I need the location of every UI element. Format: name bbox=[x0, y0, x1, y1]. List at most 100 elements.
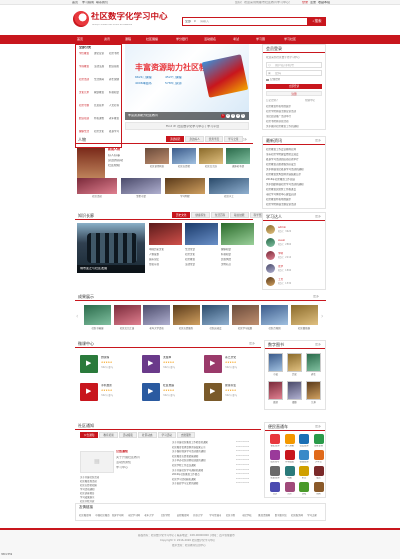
app-label[interactable]: 航班查询 bbox=[268, 477, 282, 480]
tab-knowledge-2[interactable]: 生活百科 bbox=[210, 212, 230, 218]
nav-item-exam[interactable]: 考试 bbox=[233, 37, 239, 41]
login-promo-item[interactable]: 社区教育特色项目展示 bbox=[266, 105, 291, 108]
category-item[interactable]: 信息技术 bbox=[94, 104, 104, 107]
friend-link[interactable]: 市民学习网 bbox=[128, 514, 140, 517]
friend-link[interactable]: 学习之家 bbox=[307, 514, 317, 517]
knowledge-item[interactable]: 生活常识 bbox=[185, 248, 218, 251]
people-thumb-image[interactable] bbox=[209, 178, 249, 194]
top-favorite-link[interactable]: 收藏本站 bbox=[318, 1, 330, 5]
showcase-image[interactable] bbox=[290, 305, 318, 325]
news-item[interactable]: 社区学院开展主题宣讲活动 bbox=[266, 203, 324, 206]
learners-more-link[interactable]: 更多 bbox=[315, 215, 321, 219]
banner-dot[interactable]: 3 bbox=[231, 113, 235, 118]
app-label[interactable]: 日历 bbox=[268, 493, 282, 496]
friend-link[interactable]: 老年大学 bbox=[144, 514, 154, 517]
category-item[interactable]: 社区文化 bbox=[94, 130, 104, 133]
notice-item-title[interactable]: 社区教育优秀案例评选结果公示 bbox=[172, 446, 234, 449]
book-cover[interactable] bbox=[287, 353, 302, 372]
tab-people-2[interactable]: 优秀学员 bbox=[204, 136, 224, 142]
showcase-image[interactable] bbox=[231, 305, 259, 325]
notice-item[interactable]: 社区志愿者招募 bbox=[80, 484, 160, 487]
friend-link[interactable]: 数字图书馆 bbox=[275, 514, 287, 517]
app-label[interactable]: 公交查询 bbox=[297, 445, 311, 448]
category-item[interactable]: 学历教育 bbox=[79, 52, 89, 55]
app-label[interactable]: 水电缴费 bbox=[283, 461, 297, 464]
learner-name[interactable]: 李明 bbox=[278, 252, 283, 255]
app-icon[interactable] bbox=[270, 434, 280, 444]
app-icon[interactable] bbox=[284, 482, 295, 492]
category-item[interactable]: 家庭教育 bbox=[94, 91, 104, 94]
showcase-caption[interactable]: 社区志愿服务 bbox=[173, 327, 200, 330]
app-label[interactable]: 快递查询 bbox=[297, 461, 311, 464]
nav-item-news[interactable]: 资讯 bbox=[104, 37, 110, 41]
category-item[interactable]: 老年教育 bbox=[109, 117, 119, 120]
showcase-image[interactable] bbox=[261, 305, 288, 325]
showcase-caption[interactable]: 社区文艺汇演 bbox=[114, 327, 141, 330]
showcase-image[interactable] bbox=[202, 305, 229, 325]
book-cover[interactable] bbox=[268, 381, 283, 400]
logo[interactable]: 社区数字化学习中心 SHEQU SHUZIHUA XUEXI ZHONGXIN bbox=[73, 9, 168, 31]
book-title[interactable]: 历史 bbox=[287, 373, 302, 376]
app-icon[interactable] bbox=[270, 466, 280, 476]
tab-notice-5[interactable]: 志愿服务 bbox=[176, 432, 196, 438]
notice-item[interactable]: 社区讲座预告 bbox=[80, 492, 160, 495]
news-item[interactable]: 社区教育志愿者服务队成立 bbox=[266, 163, 324, 166]
notice-item-title[interactable]: 关于开展社区教育工作检查的通知 bbox=[172, 441, 234, 444]
news-item[interactable]: 社区教育实验区工作推进会 bbox=[266, 188, 324, 191]
notice-feature-title[interactable]: 公告通知 bbox=[116, 450, 128, 454]
news-item[interactable]: 全市社区学院建设经验交流会 bbox=[266, 153, 324, 156]
nav-item-community[interactable]: 学习社区 bbox=[284, 37, 296, 41]
knowledge-image[interactable] bbox=[221, 223, 254, 245]
app-label[interactable]: 新闻 bbox=[312, 493, 326, 496]
banner-dot[interactable]: 4 bbox=[236, 113, 240, 118]
friend-link[interactable]: 社区学院 bbox=[161, 514, 171, 517]
friend-link[interactable]: 终身学习网 bbox=[112, 514, 124, 517]
book-cover[interactable] bbox=[306, 353, 321, 372]
showcase-more-link[interactable]: 更多 bbox=[313, 295, 319, 299]
top-link-contact[interactable]: 联系我们 bbox=[96, 1, 108, 5]
nav-item-credit-bank[interactable]: 学分银行 bbox=[176, 37, 188, 41]
book-title[interactable]: 艺术 bbox=[306, 401, 321, 404]
category-item[interactable]: 社区活动 bbox=[79, 78, 89, 81]
knowledge-item[interactable]: 人物故事 bbox=[149, 253, 182, 256]
tab-notice-3[interactable]: 社区动态 bbox=[138, 432, 157, 438]
app-icon[interactable] bbox=[270, 482, 280, 492]
category-item[interactable]: 学前教育 bbox=[79, 65, 89, 68]
people-thumb-image[interactable] bbox=[165, 178, 205, 194]
showcase-next-arrow-icon[interactable]: › bbox=[321, 313, 323, 321]
banner[interactable]: 丰富资源助力社区教育 6621门课程 4527门课程 4006本图书 5783门… bbox=[125, 44, 249, 120]
learner-name[interactable]: admin bbox=[278, 226, 286, 229]
knowledge-image[interactable] bbox=[149, 223, 182, 245]
course-thumbnail[interactable]: ▶ bbox=[204, 383, 222, 401]
banner-dot[interactable]: 1 bbox=[221, 113, 225, 118]
app-icon[interactable] bbox=[284, 434, 295, 444]
friend-link[interactable]: 社区服务网 bbox=[291, 514, 303, 517]
username-field[interactable]: 用户名/手机号 ☺ bbox=[266, 62, 322, 68]
banner-dot[interactable]: 2 bbox=[226, 113, 230, 118]
knowledge-item[interactable]: 法律常识 bbox=[185, 263, 218, 266]
news-item[interactable]: 关于开展全民终身学习活动的通知 bbox=[266, 168, 324, 171]
news-item[interactable]: 市民学习体验中心建设启动 bbox=[266, 193, 324, 196]
help-link[interactable]: 帮助中心 bbox=[305, 99, 315, 102]
login-promo-item[interactable]: 关于做好社区教育工作的通知 bbox=[266, 125, 299, 128]
category-item[interactable]: 特色课程 bbox=[94, 117, 104, 120]
course-thumbnail[interactable]: ▶ bbox=[142, 355, 160, 373]
showcase-caption[interactable]: 社区合唱团 bbox=[261, 327, 288, 330]
people-thumb-image[interactable] bbox=[172, 148, 196, 164]
friend-link[interactable]: 市民学校 bbox=[242, 514, 252, 517]
course-thumbnail[interactable]: ▶ bbox=[80, 355, 98, 373]
app-icon[interactable] bbox=[313, 450, 324, 460]
people-thumb-image[interactable] bbox=[77, 178, 117, 194]
friend-link[interactable]: 社区书院 bbox=[226, 514, 236, 517]
category-item[interactable]: 养生保健 bbox=[109, 78, 119, 81]
showcase-caption[interactable]: 社区书画展 bbox=[84, 327, 111, 330]
learner-name[interactable]: 张华 bbox=[278, 265, 283, 268]
category-item[interactable]: 健康生活 bbox=[79, 130, 89, 133]
course-thumbnail[interactable]: ▶ bbox=[80, 383, 98, 401]
news-item[interactable]: 社区教育特色项目展示 bbox=[266, 198, 324, 201]
app-icon[interactable] bbox=[313, 434, 324, 444]
showcase-image[interactable] bbox=[143, 305, 170, 325]
tab-notice-1[interactable]: 教育培训 bbox=[99, 432, 118, 438]
app-icon[interactable] bbox=[299, 450, 309, 460]
books-more-link[interactable]: 更多 bbox=[315, 343, 321, 347]
